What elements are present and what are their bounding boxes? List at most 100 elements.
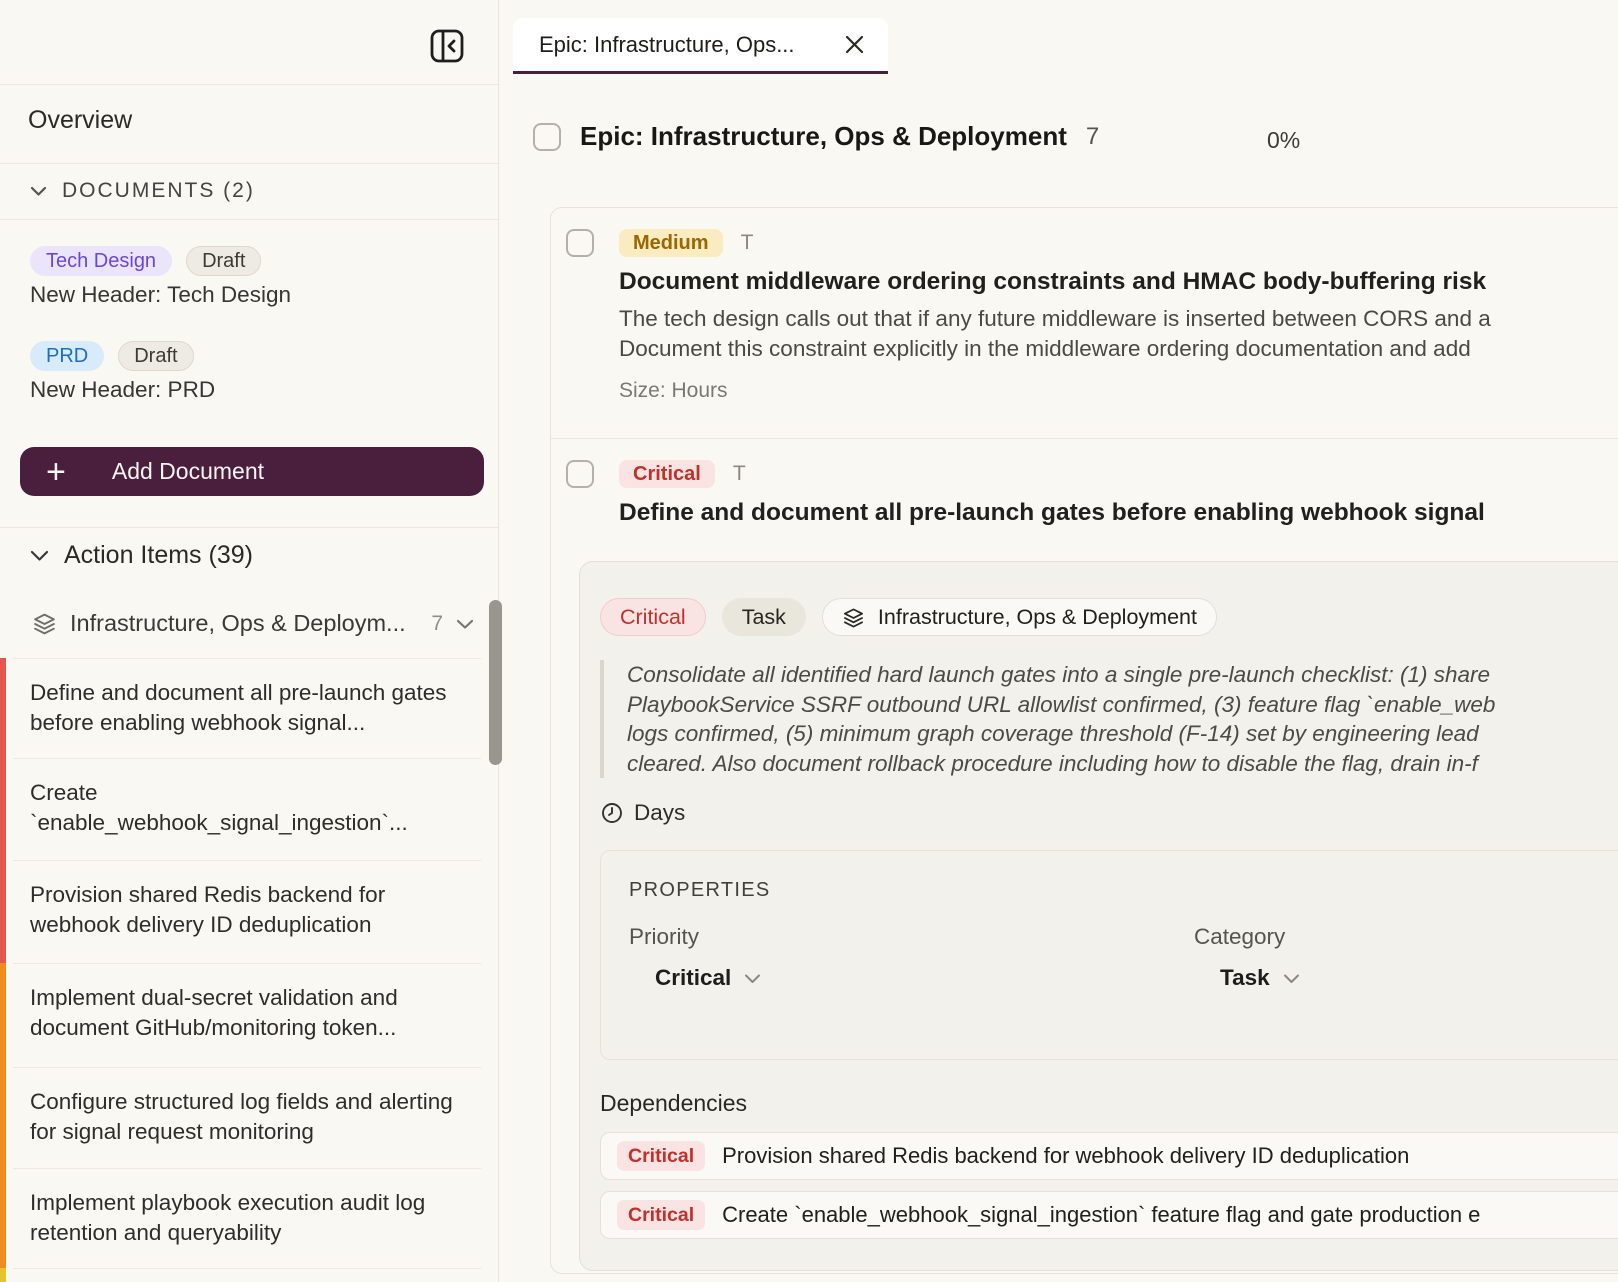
quote-line: cleared. Also document rollback procedur… <box>627 749 1618 779</box>
priority-stripe <box>0 758 6 860</box>
task-card[interactable]: Medium T Document middleware ordering co… <box>551 208 1618 438</box>
tab-epic[interactable]: Epic: Infrastructure, Ops... <box>513 18 888 74</box>
doc-type-badge: Tech Design <box>30 246 172 276</box>
doc-status-badge: Draft <box>186 246 261 276</box>
priority-stripe <box>0 963 6 1067</box>
action-item[interactable]: Create `enable_webhook_signal_ingestion`… <box>0 758 499 860</box>
plus-icon: + <box>46 457 66 487</box>
task-description-line: Document this constraint explicitly in t… <box>619 334 1618 364</box>
sidebar-scrollbar-thumb[interactable] <box>489 600 502 765</box>
chevron-down-icon <box>30 185 47 197</box>
task-type-letter: T <box>741 231 754 255</box>
doc-status-badge: Draft <box>118 341 193 371</box>
action-item[interactable]: Implement playbook execution audit log r… <box>0 1168 499 1268</box>
epic-pill[interactable]: Infrastructure, Ops & Deployment <box>822 598 1217 636</box>
dependency-label: Create `enable_webhook_signal_ingestion`… <box>722 1202 1480 1228</box>
action-items-group[interactable]: Infrastructure, Ops & Deploym... 7 <box>32 610 474 637</box>
priority-select[interactable]: Critical <box>629 965 1194 991</box>
add-document-label: Add Document <box>112 458 264 485</box>
priority-stripe <box>0 1168 6 1268</box>
category-select-value: Task <box>1220 965 1270 991</box>
priority-pill: Critical <box>600 598 706 636</box>
task-list-container: Medium T Document middleware ordering co… <box>550 207 1618 1274</box>
document-item[interactable]: New Header: PRD <box>30 377 215 403</box>
category-pill: Task <box>722 598 806 636</box>
divider <box>0 527 498 528</box>
priority-stripe <box>0 1268 6 1282</box>
action-item[interactable]: Implement dual-secret validation and doc… <box>0 963 499 1067</box>
close-icon[interactable] <box>843 33 866 56</box>
property-category: Category Task <box>1194 924 1594 991</box>
action-item-label: Implement playbook execution audit log r… <box>0 1168 499 1248</box>
action-item[interactable]: Provision shared Redis backend for webho… <box>0 860 499 963</box>
quote-line: logs confirmed, (5) minimum graph covera… <box>627 719 1618 749</box>
epic-task-count: 7 <box>1086 123 1099 151</box>
divider <box>0 163 498 164</box>
properties-box: PROPERTIES Priority Critical Category <box>600 850 1618 1060</box>
priority-stripe <box>0 658 6 758</box>
chevron-down-icon <box>456 618 474 630</box>
document-item[interactable]: New Header: Tech Design <box>30 282 291 308</box>
priority-badge: Critical <box>619 460 715 488</box>
action-item[interactable]: Configure structured log fields and aler… <box>0 1067 499 1168</box>
action-items-section-label: Action Items (39) <box>64 541 253 570</box>
divider <box>0 219 498 220</box>
action-item-label <box>0 1268 499 1282</box>
action-item-label: Implement dual-secret validation and doc… <box>0 963 499 1043</box>
action-items-section-header[interactable]: Action Items (39) <box>30 541 253 570</box>
size-row: Days <box>600 800 1618 826</box>
divider <box>13 963 481 964</box>
sidebar-item-overview[interactable]: Overview <box>28 106 132 135</box>
priority-select-value: Critical <box>655 965 731 991</box>
action-item[interactable]: Define and document all pre-launch gates… <box>0 658 499 758</box>
task-detail-panel: Critical Task Infrastructure, Ops & Depl… <box>579 561 1618 1271</box>
task-card[interactable]: Critical T Define and document all pre-l… <box>551 438 1618 527</box>
add-document-button[interactable]: + Add Document <box>20 447 484 496</box>
task-description: The tech design calls out that if any fu… <box>619 304 1618 363</box>
size-value: Days <box>634 800 685 826</box>
divider <box>13 1268 481 1269</box>
action-item-label: Define and document all pre-launch gates… <box>0 658 499 738</box>
task-title: Define and document all pre-launch gates… <box>619 499 1618 527</box>
epic-checkbox[interactable] <box>533 123 561 151</box>
quote-line: PlaybookService SSRF outbound URL allowl… <box>627 690 1618 720</box>
document-item-badges: PRD Draft <box>30 341 194 371</box>
detail-badges-row: Critical Task Infrastructure, Ops & Depl… <box>600 598 1618 636</box>
action-item-label: Create `enable_webhook_signal_ingestion`… <box>0 758 499 838</box>
dependency-priority-badge: Critical <box>617 1200 705 1230</box>
priority-stripe <box>0 1067 6 1168</box>
category-select[interactable]: Task <box>1194 965 1594 991</box>
divider <box>13 658 481 659</box>
documents-section-header[interactable]: DOCUMENTS (2) <box>30 179 255 203</box>
task-detail-quote: Consolidate all identified hard launch g… <box>600 660 1618 778</box>
chevron-down-icon <box>744 973 761 984</box>
priority-stripe <box>0 860 6 963</box>
action-item[interactable] <box>0 1268 499 1282</box>
chevron-down-icon <box>1283 973 1300 984</box>
quote-line: Consolidate all identified hard launch g… <box>627 660 1618 690</box>
dependency-priority-badge: Critical <box>617 1141 705 1171</box>
task-size-label: Size: Hours <box>619 379 1618 403</box>
divider <box>13 860 481 861</box>
documents-section-label: DOCUMENTS (2) <box>62 179 255 203</box>
main-panel: Epic: Infrastructure, Ops... Epic: Infra… <box>500 0 1618 1282</box>
properties-header: PROPERTIES <box>629 879 1618 902</box>
page-title: Epic: Infrastructure, Ops & Deployment <box>580 121 1067 152</box>
action-item-label: Configure structured log fields and aler… <box>0 1067 499 1147</box>
divider <box>13 758 481 759</box>
dependency-label: Provision shared Redis backend for webho… <box>722 1143 1409 1169</box>
task-checkbox[interactable] <box>566 229 594 257</box>
category-label: Category <box>1194 924 1594 950</box>
chevron-down-icon <box>30 549 49 562</box>
dependency-item[interactable]: Critical Provision shared Redis backend … <box>600 1132 1618 1180</box>
task-type-letter: T <box>733 462 746 486</box>
layers-icon <box>842 606 865 629</box>
group-label: Infrastructure, Ops & Deploym... <box>70 610 418 637</box>
tab-label: Epic: Infrastructure, Ops... <box>539 32 843 58</box>
layers-icon <box>32 611 57 636</box>
dependency-item[interactable]: Critical Create `enable_webhook_signal_i… <box>600 1191 1618 1239</box>
collapse-sidebar-button[interactable] <box>427 28 467 68</box>
doc-type-badge: PRD <box>30 341 104 371</box>
task-checkbox[interactable] <box>566 460 594 488</box>
divider <box>13 1168 481 1169</box>
